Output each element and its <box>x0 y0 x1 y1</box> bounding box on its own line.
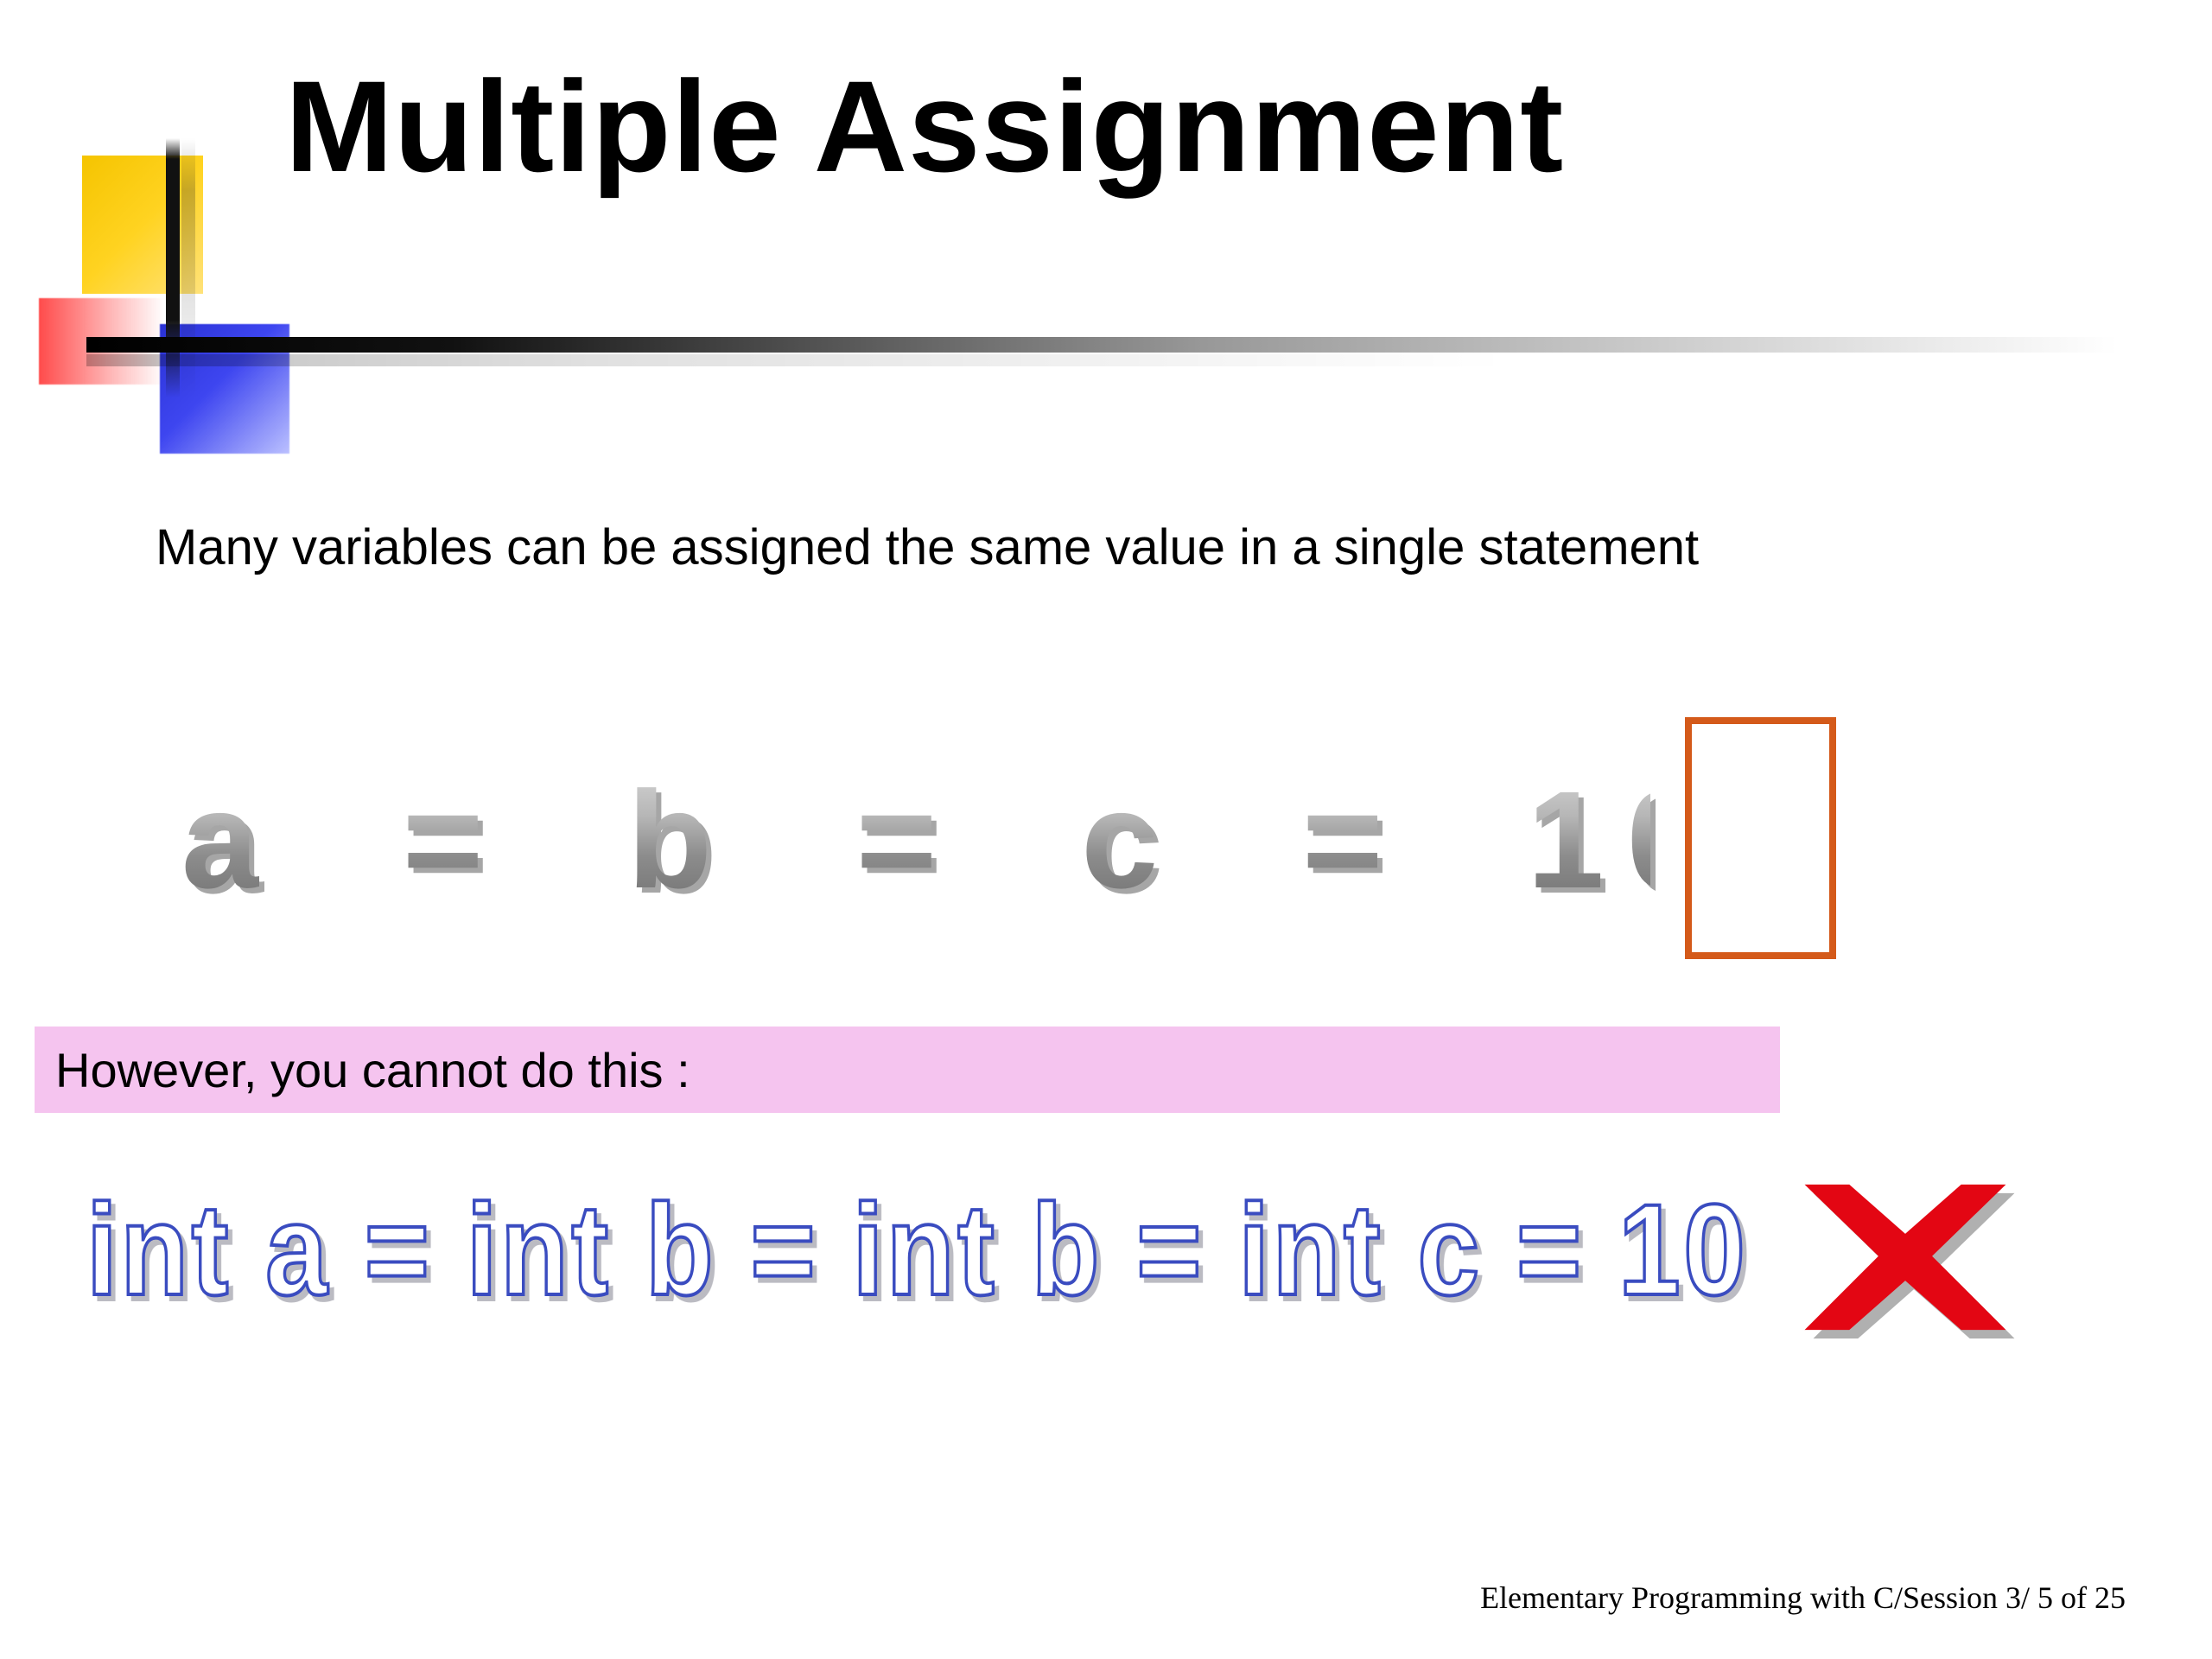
highlight-bar: However, you cannot do this : <box>35 1027 1780 1113</box>
valid-code-line: a = b = c = 10; <box>181 760 1650 919</box>
slide-title: Multiple Assignment <box>285 52 2100 201</box>
decor-horizontal-bar-shadow <box>86 354 2117 366</box>
invalid-code-line: int a = int b = int b = int c = 10 <box>86 1175 1513 1325</box>
cross-icon <box>1793 1162 2018 1352</box>
decor-horizontal-bar <box>86 337 2117 353</box>
orange-rectangle-icon <box>1685 717 1836 959</box>
decor-corner <box>0 130 328 441</box>
slide-footer: Elementary Programming with C/Session 3/… <box>1480 1580 2126 1616</box>
highlight-text: However, you cannot do this : <box>55 1042 690 1098</box>
intro-text: Many variables can be assigned the same … <box>156 518 2056 576</box>
slide: Multiple Assignment Many variables can b… <box>0 0 2212 1659</box>
